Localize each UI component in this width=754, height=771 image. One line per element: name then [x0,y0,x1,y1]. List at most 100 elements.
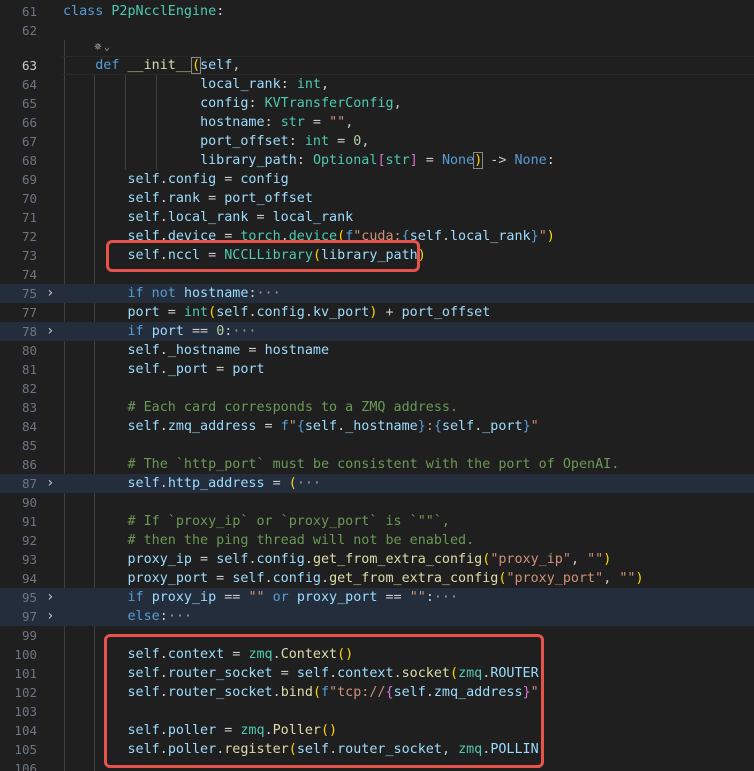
code-line[interactable]: 95 › if proxy_ip == "" or proxy_port == "… [0,588,754,607]
code-line[interactable]: 68 library_path: Optional[str] = None) -… [0,151,754,170]
code-line[interactable]: 61 class P2pNcclEngine: [0,2,754,21]
code-line[interactable]: 83 # Each card corresponds to a ZMQ addr… [0,398,754,417]
code-text[interactable]: proxy_port = self.config.get_from_extra_… [63,569,644,588]
code-text[interactable]: if not hostname:··· [63,284,281,303]
code-token: : [159,609,168,624]
code-line[interactable]: 65 config: KVTransferConfig, [0,94,754,113]
code-text[interactable]: port_offset: int = 0, [63,132,369,151]
code-text[interactable]: self.http_address = (··· [63,474,322,493]
code-text[interactable]: self.zmq_address = f"{self._hostname}:{s… [63,417,539,436]
code-text[interactable]: hostname: str = "", [63,113,353,132]
code-line[interactable]: 69 self.config = config [0,170,754,189]
code-text[interactable]: library_path: Optional[str] = None) -> N… [63,151,555,170]
code-line[interactable]: 70 self.rank = port_offset [0,189,754,208]
code-text[interactable]: proxy_ip = self.config.get_from_extra_co… [63,550,612,569]
code-token: rank [167,191,201,206]
code-line[interactable]: 93 proxy_ip = self.config.get_from_extra… [0,550,754,569]
code-token: " [288,419,297,434]
chevron-right-icon[interactable]: › [46,322,54,341]
code-line[interactable]: 62 [0,21,754,40]
code-text[interactable]: self.rank = port_offset [63,189,313,208]
code-text[interactable]: self._port = port [63,360,265,379]
code-text[interactable]: # If `proxy_ip` or `proxy_port` is `""`, [63,512,450,531]
code-token: if [127,324,152,339]
code-token: self [441,419,475,434]
code-line[interactable]: 91 # If `proxy_ip` or `proxy_port` is `"… [0,512,754,531]
code-line[interactable]: 86 # The `http_port` must be consistent … [0,455,754,474]
sparkle-icon[interactable]: ✵ ⌄ [94,39,110,55]
code-line[interactable]: 85 [0,436,754,455]
code-line[interactable]: 87 › self.http_address = (··· [0,474,754,493]
code-token: : [216,4,225,19]
code-text[interactable]: local_rank: int, [63,75,329,94]
code-text[interactable]: def __init__(self, [63,56,240,75]
line-number: 102 [14,685,37,700]
line-number: 66 [21,115,37,130]
line-number: 69 [21,172,37,187]
code-line[interactable]: 82 [0,379,754,398]
code-line[interactable]: 97 › else:··· [0,607,754,626]
code-line[interactable]: 77 port = int(self.config.kv_port) + por… [0,303,754,322]
code-text[interactable]: # then the ping thread will not be enabl… [63,531,475,550]
code-editor[interactable]: ✵ ⌄ 61 class P2pNcclEngine: 62 63 def __init… [0,0,754,771]
code-line[interactable]: 64 local_rank: int, [0,75,754,94]
code-line[interactable]: 92 # then the ping thread will not be en… [0,531,754,550]
code-line[interactable]: 81 self._port = port [0,360,754,379]
code-token: proxy_ip [151,590,217,605]
code-token: = [192,552,217,567]
code-token: KVTransferConfig [264,96,394,111]
line-number: 90 [21,495,37,510]
code-token: : [280,77,297,92]
line-number: 64 [21,77,37,92]
code-text[interactable]: # Each card corresponds to a ZMQ address… [63,398,459,417]
code-line[interactable]: 80 self._hostname = hostname [0,341,754,360]
code-token: : [425,419,434,434]
code-token: "proxy_port" [506,571,604,586]
code-token: proxy_ip [127,552,193,567]
code-token: self [127,343,160,358]
line-number: 84 [21,419,37,434]
code-text[interactable]: # The `http_port` must be consistent wit… [63,455,620,474]
code-line[interactable]: 63 def __init__(self, [0,56,754,75]
code-text[interactable]: self.local_rank = local_rank [63,208,354,227]
chevron-right-icon[interactable]: › [46,284,54,303]
line-number: 94 [21,571,37,586]
chevron-down-icon[interactable]: ⌄ [104,42,110,53]
code-line[interactable]: 94 proxy_port = self.config.get_from_ext… [0,569,754,588]
code-line[interactable]: 90 [0,493,754,512]
code-text[interactable]: if proxy_ip == "" or proxy_port == "":··… [63,588,459,607]
code-token: ··· [167,609,192,624]
chevron-right-icon[interactable]: › [46,474,54,493]
code-line[interactable]: 78 › if port == 0:··· [0,322,754,341]
code-line[interactable]: 66 hostname: str = "", [0,113,754,132]
code-token: self [304,419,338,434]
code-token: : [248,96,265,111]
code-token: local_rank [450,229,531,244]
code-text[interactable]: self._hostname = hostname [63,341,330,360]
line-number: 92 [21,533,37,548]
code-text[interactable]: if port == 0:··· [63,322,257,341]
code-token: local_rank [272,210,354,225]
code-text[interactable]: config: KVTransferConfig, [63,94,402,113]
chevron-right-icon[interactable]: › [46,588,54,607]
code-line[interactable]: 67 port_offset: int = 0, [0,132,754,151]
code-line[interactable]: 71 self.local_rank = local_rank [0,208,754,227]
code-line[interactable]: 75 › if not hostname:··· [0,284,754,303]
code-text[interactable]: class P2pNcclEngine: [63,2,224,21]
code-token: = [304,115,330,130]
code-token: . [159,172,168,187]
code-token: = [240,343,265,358]
line-number: 80 [21,343,37,358]
code-line[interactable]: 84 self.zmq_address = f"{self._hostname}… [0,417,754,436]
code-text[interactable]: port = int(self.config.kv_port) + port_o… [63,303,491,322]
chevron-right-icon[interactable]: › [46,607,54,626]
line-number: 61 [21,4,37,19]
code-text[interactable]: else:··· [63,607,193,626]
code-text[interactable]: self.config = config [63,170,289,189]
